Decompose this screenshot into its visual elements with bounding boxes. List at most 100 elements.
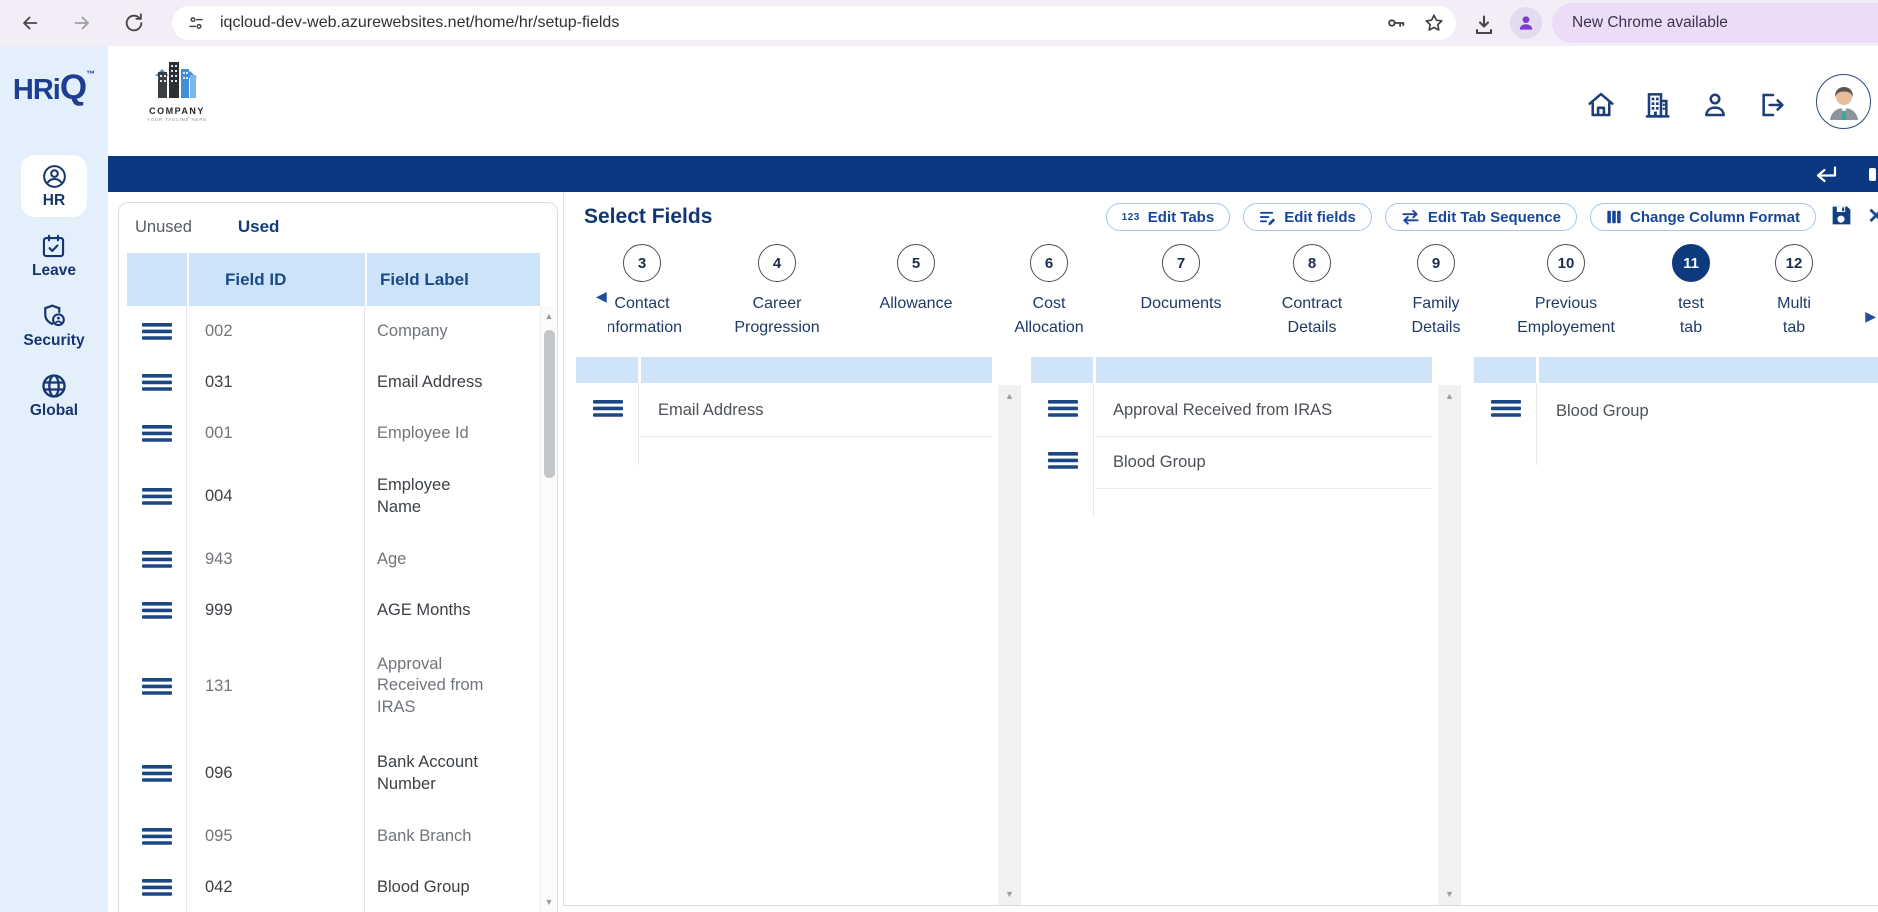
columns-icon (1606, 209, 1622, 225)
field-id: 001 (187, 408, 365, 459)
app-sidebar: HRiQ™ HR Leave Security Global (0, 46, 108, 912)
scroll-down-icon[interactable]: ▼ (998, 889, 1021, 899)
edit-tab-sequence-button[interactable]: Edit Tab Sequence (1385, 203, 1577, 231)
address-bar[interactable]: iqcloud-dev-web.azurewebsites.net/home/h… (172, 6, 1456, 40)
change-column-format-button[interactable]: Change Column Format (1590, 203, 1816, 231)
new-chrome-label: New Chrome available (1572, 14, 1728, 32)
new-chrome-button[interactable]: New Chrome available (1552, 3, 1878, 43)
sidebar-item-security[interactable]: Security (23, 302, 84, 350)
field-label: Bank Account Number (365, 736, 540, 811)
drag-handle[interactable] (127, 636, 187, 736)
edit-tabs-button[interactable]: 123 Edit Tabs (1106, 203, 1231, 231)
company-buildings-icon (154, 60, 200, 100)
drag-handle[interactable] (1048, 400, 1078, 422)
chrome-profile-avatar[interactable] (1510, 7, 1542, 39)
tab-used[interactable]: Used (238, 217, 280, 237)
header-handle-cell (127, 253, 187, 306)
forward-button[interactable] (66, 7, 98, 39)
tab-contact-information[interactable]: 3 Contact Information (608, 244, 706, 340)
tab-documents[interactable]: 7 Documents (1114, 244, 1248, 340)
tabs-right-arrow-icon[interactable]: ▶ (1865, 308, 1876, 325)
scroll-down-icon[interactable]: ▼ (1438, 889, 1461, 899)
site-info-icon[interactable] (184, 11, 208, 35)
scroll-up-icon[interactable]: ▲ (541, 311, 557, 321)
tab-career-progression[interactable]: 4 Career Progression (706, 244, 848, 340)
drag-handle[interactable] (127, 811, 187, 862)
sidebar-item-hr[interactable]: HR (21, 155, 87, 217)
tab-cost-allocation[interactable]: 6 Cost Allocation (984, 244, 1114, 340)
drag-handle-icon (1048, 400, 1078, 417)
field-column-3: Blood Group (1474, 357, 1878, 905)
drag-handle[interactable] (127, 357, 187, 408)
column-header-handle (576, 357, 638, 383)
download-button[interactable] (1468, 9, 1500, 41)
drag-handle[interactable] (127, 408, 187, 459)
company-button[interactable] (1640, 88, 1674, 122)
logout-button[interactable] (1754, 88, 1788, 122)
drag-handle[interactable] (127, 459, 187, 534)
hriq-logo: HRiQ™ (13, 70, 95, 105)
reload-button[interactable] (118, 7, 150, 39)
field-column-2: Approval Received from IRAS Blood Group … (1031, 357, 1461, 905)
table-scrollbar[interactable]: ▲ ▼ (540, 306, 557, 912)
drag-handle[interactable] (1048, 452, 1078, 474)
user-avatar[interactable] (1816, 74, 1871, 129)
drag-handle[interactable] (127, 306, 187, 357)
home-button[interactable] (1584, 88, 1618, 122)
tab-contract-details[interactable]: 8 Contract Details (1248, 244, 1376, 340)
field-id: 031 (187, 357, 365, 408)
person-icon (1699, 89, 1731, 121)
page-title: Select Fields (584, 205, 712, 229)
field-label: Email Address (658, 401, 763, 420)
sidebar-item-leave[interactable]: Leave (32, 233, 76, 280)
table-row: 999 AGE Months (127, 585, 540, 636)
drag-handle[interactable] (127, 862, 187, 912)
drag-handle-icon (1491, 400, 1521, 417)
back-button[interactable] (14, 7, 46, 39)
tab-previous-employement[interactable]: 10 Previous Employement (1496, 244, 1636, 340)
drag-handle[interactable] (127, 585, 187, 636)
drag-handle[interactable] (127, 534, 187, 585)
drag-handle[interactable] (127, 736, 187, 811)
bookmark-star-icon[interactable] (1422, 11, 1446, 35)
scroll-down-icon[interactable]: ▼ (541, 897, 557, 907)
scrollbar-thumb[interactable] (544, 330, 555, 478)
company-building-icon (1641, 89, 1673, 121)
column-scrollbar[interactable]: ▲ ▼ (1438, 385, 1461, 905)
page-content: Unused Used Field ID Field Label 002 Com… (108, 192, 1878, 912)
avatar-person-illustration (1822, 80, 1866, 124)
edit-fields-button[interactable]: Edit fields (1243, 203, 1372, 231)
field-label: Blood Group (1113, 453, 1206, 472)
scroll-up-icon[interactable]: ▲ (1438, 391, 1461, 401)
tab-family-details[interactable]: 9 Family Details (1376, 244, 1496, 340)
tab-unused[interactable]: Unused (135, 218, 192, 237)
column-field-item: Approval Received from IRAS (1096, 385, 1432, 437)
table-row: 096 Bank Account Number (127, 736, 540, 811)
field-label: Employee Name (365, 459, 540, 534)
scroll-up-icon[interactable]: ▲ (998, 391, 1021, 401)
password-key-icon[interactable] (1384, 11, 1408, 35)
save-icon (1829, 203, 1854, 228)
return-button[interactable] (1815, 164, 1842, 189)
tab-multi-tab[interactable]: 12 Multi tab (1746, 244, 1842, 340)
field-id: 004 (187, 459, 365, 534)
field-label: Blood Group (1556, 402, 1649, 421)
save-button[interactable] (1829, 203, 1854, 233)
drag-handle[interactable] (593, 400, 623, 422)
profile-button[interactable] (1698, 88, 1732, 122)
forward-arrow-icon (71, 12, 93, 34)
sidebar-item-label: HR (43, 192, 65, 210)
sidebar-item-global[interactable]: Global (30, 372, 78, 420)
field-id: 042 (187, 862, 365, 912)
url-text: iqcloud-dev-web.azurewebsites.net/home/h… (220, 14, 1384, 32)
drag-handle[interactable] (1491, 400, 1521, 422)
close-icon[interactable]: ✕ (1867, 204, 1878, 229)
fields-table-header: Field ID Field Label (127, 253, 540, 306)
field-label: Age (365, 534, 540, 585)
drag-handle-icon (142, 828, 172, 845)
drag-handle-icon (142, 602, 172, 619)
column-scrollbar[interactable]: ▲ ▼ (998, 385, 1021, 905)
tabs-left-arrow-icon[interactable]: ◀ (596, 288, 607, 305)
tab-test-tab[interactable]: 11 test tab (1636, 244, 1746, 340)
tab-allowance[interactable]: 5 Allowance (848, 244, 984, 340)
